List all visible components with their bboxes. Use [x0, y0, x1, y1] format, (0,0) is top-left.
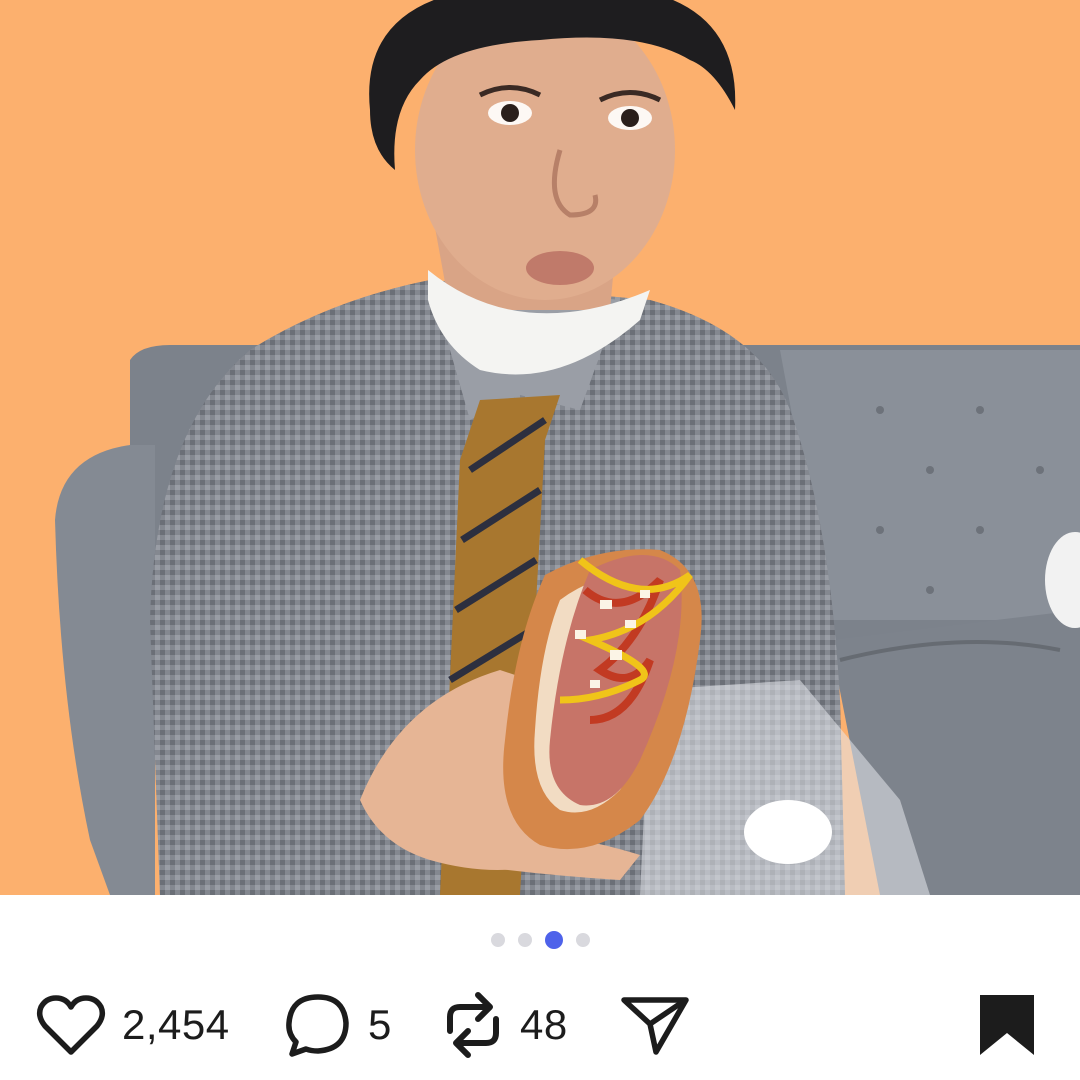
- carousel-indicator: [0, 931, 1080, 949]
- post-photo-illustration: [0, 0, 1080, 895]
- repost-count: 48: [520, 1001, 568, 1048]
- carousel-dot[interactable]: [490, 933, 505, 947]
- carousel-dot-active[interactable]: [544, 931, 563, 949]
- like-count: 2,454: [122, 1001, 230, 1048]
- comment-count: 5: [368, 1001, 392, 1048]
- paper-plane-icon: [620, 992, 690, 1058]
- bookmark-filled-icon: [978, 993, 1036, 1057]
- comment-button[interactable]: 5: [284, 985, 392, 1065]
- post-photo[interactable]: [0, 0, 1080, 895]
- heart-outline-icon: [36, 994, 106, 1056]
- like-button[interactable]: 2,454: [36, 985, 230, 1065]
- post-action-bar: 2,454 5 48: [0, 985, 1080, 1065]
- speech-bubble-icon: [284, 991, 352, 1059]
- repost-arrows-icon: [442, 989, 504, 1061]
- carousel-dot[interactable]: [517, 933, 532, 947]
- carousel-dot[interactable]: [575, 933, 590, 947]
- repost-button[interactable]: 48: [442, 985, 568, 1065]
- bookmark-button[interactable]: [978, 985, 1036, 1065]
- share-button[interactable]: [620, 985, 690, 1065]
